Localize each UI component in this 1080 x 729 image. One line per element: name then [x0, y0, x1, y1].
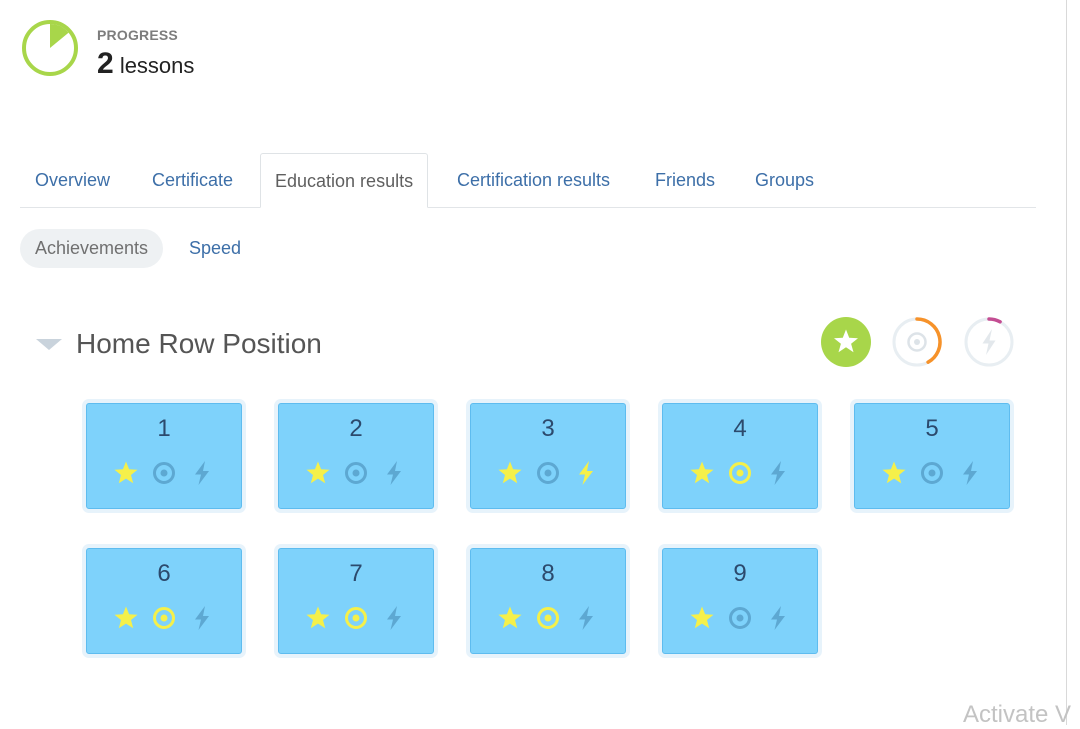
lesson-number: 8	[541, 560, 555, 587]
progress-ring-icon	[22, 20, 78, 76]
lightning-icon	[771, 606, 785, 630]
star-icon	[306, 461, 330, 484]
lightning-ring-icon	[964, 317, 1014, 367]
legend-star	[820, 316, 872, 368]
progress-count: 2	[97, 47, 114, 80]
lesson-card-5[interactable]: 5	[854, 403, 1010, 509]
lightning-icon	[771, 461, 785, 485]
profile-tabs: Overview Certificate Education results C…	[20, 153, 1036, 208]
star-icon	[690, 461, 714, 484]
star-icon	[690, 606, 714, 629]
lightning-icon	[387, 606, 401, 630]
subtab-achievements[interactable]: Achievements	[20, 229, 164, 268]
star-icon	[114, 461, 138, 484]
star-icon	[498, 606, 522, 629]
lightning-icon	[195, 461, 209, 485]
lightning-icon	[387, 461, 401, 485]
window-edge	[1066, 0, 1067, 725]
lightning-icon	[579, 461, 593, 485]
lesson-number: 2	[349, 415, 363, 442]
star-icon	[114, 606, 138, 629]
lesson-card-6[interactable]: 6	[86, 548, 242, 654]
lesson-card-8[interactable]: 8	[470, 548, 626, 654]
target-icon	[345, 462, 367, 484]
lightning-icon	[579, 606, 593, 630]
star-icon	[306, 606, 330, 629]
lesson-number: 3	[541, 415, 555, 442]
target-icon	[345, 607, 367, 629]
target-icon	[921, 462, 943, 484]
collapse-caret-icon[interactable]	[36, 338, 62, 350]
target-icon	[153, 607, 175, 629]
lightning-icon	[963, 461, 977, 485]
star-icon	[498, 461, 522, 484]
lesson-number: 7	[349, 560, 363, 587]
progress-summary: PROGRESS 2 lessons	[20, 18, 194, 81]
tab-education-results[interactable]: Education results	[260, 153, 429, 208]
tab-certification-results[interactable]: Certification results	[457, 153, 610, 207]
lesson-card-9[interactable]: 9	[662, 548, 818, 654]
tab-overview[interactable]: Overview	[35, 153, 110, 207]
progress-label: PROGRESS	[97, 27, 178, 43]
target-icon	[153, 462, 175, 484]
tab-friends[interactable]: Friends	[655, 153, 715, 207]
lesson-number: 9	[733, 560, 747, 587]
lightning-icon	[195, 606, 209, 630]
legend-speed	[963, 316, 1015, 368]
lesson-number: 4	[733, 415, 747, 442]
target-icon	[729, 462, 751, 484]
section-header: Home Row Position	[36, 328, 322, 360]
lesson-card-2[interactable]: 2	[278, 403, 434, 509]
lesson-number: 5	[925, 415, 939, 442]
tab-certificate[interactable]: Certificate	[152, 153, 233, 207]
lesson-number: 6	[157, 560, 171, 587]
target-ring-icon	[892, 317, 942, 367]
section-title: Home Row Position	[76, 328, 322, 359]
star-icon	[882, 461, 906, 484]
star-badge-icon	[821, 317, 871, 367]
progress-unit: lessons	[119, 53, 195, 78]
lesson-card-7[interactable]: 7	[278, 548, 434, 654]
progress-value: 2 lessons	[97, 47, 194, 81]
lesson-card-1[interactable]: 1	[86, 403, 242, 509]
subtab-speed[interactable]: Speed	[189, 229, 241, 268]
lesson-card-4[interactable]: 4	[662, 403, 818, 509]
tab-groups[interactable]: Groups	[755, 153, 814, 207]
lesson-number: 1	[157, 415, 171, 442]
lesson-card-3[interactable]: 3	[470, 403, 626, 509]
target-icon	[537, 607, 559, 629]
legend-accuracy	[891, 316, 943, 368]
target-icon	[537, 462, 559, 484]
target-icon	[729, 607, 751, 629]
